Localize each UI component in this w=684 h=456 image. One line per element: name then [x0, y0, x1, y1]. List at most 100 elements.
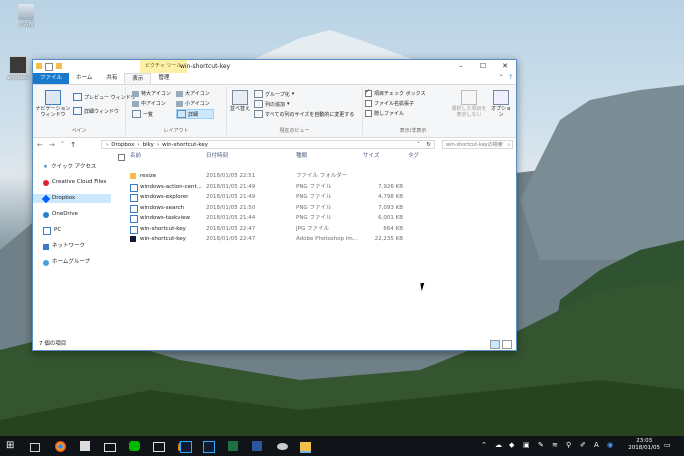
dropbox-tray-icon[interactable]: ◆: [509, 441, 514, 449]
nav-pane-button[interactable]: ナビゲーション ウィンドウ: [35, 90, 71, 118]
column-header-size[interactable]: サイズ: [363, 151, 379, 161]
column-header-name[interactable]: 名前: [130, 151, 141, 161]
layout-details[interactable]: 詳細: [176, 109, 214, 119]
recent-chevron-icon[interactable]: ˅: [61, 141, 65, 149]
nav-item-creative-cloud[interactable]: Creative Cloud Files: [43, 178, 106, 187]
file-row[interactable]: windows-search 2018/01/05 21:50 PNG ファイル…: [118, 203, 513, 213]
group-by-button[interactable]: グループ化 ▾: [254, 90, 294, 98]
item-checkbox-toggle[interactable]: 項目チェック ボックス: [365, 88, 425, 97]
m-icons-icon: [132, 100, 139, 107]
forward-arrow-icon[interactable]: →: [49, 141, 55, 149]
sync-tray-icon[interactable]: ◉: [607, 441, 613, 449]
preview-pane-icon: [73, 93, 82, 101]
tab-file[interactable]: ファイル: [33, 73, 70, 84]
mail-icon[interactable]: [104, 443, 116, 452]
line-app-icon[interactable]: [129, 441, 140, 451]
task-view-icon[interactable]: [30, 443, 40, 452]
ime-tray-icon[interactable]: A: [594, 441, 599, 449]
hidden-files-toggle[interactable]: 隠しファイル: [365, 110, 404, 117]
file-type: PNG ファイル: [296, 184, 332, 190]
new-folder-icon[interactable]: [56, 63, 62, 69]
clock[interactable]: 23:03 2018/01/05: [628, 438, 660, 452]
tray-expand-icon[interactable]: ⌃: [481, 441, 487, 449]
details-pane-button[interactable]: 詳細ウィンドウ: [73, 107, 119, 115]
layout-m-label: 中アイコン: [141, 101, 166, 107]
nav-item-dropbox[interactable]: Dropbox: [33, 194, 111, 203]
large-icons-view-icon[interactable]: [502, 340, 512, 349]
notifications-icon[interactable]: ▭: [664, 441, 671, 449]
tab-view[interactable]: 表示: [124, 73, 152, 84]
details-view-icon[interactable]: [490, 340, 500, 349]
file-row[interactable]: windows-taskview 2018/01/05 21:44 PNG ファ…: [118, 213, 513, 223]
address-dropdown-icon[interactable]: ˅: [417, 141, 420, 150]
file-row[interactable]: win-shortcut-key 2018/01/05 22:47 Adobe …: [118, 234, 513, 244]
back-arrow-icon[interactable]: ←: [37, 141, 43, 149]
breadcrumb-item[interactable]: win-shortcut-key: [162, 141, 208, 148]
sort-button[interactable]: 並べ替え: [229, 90, 251, 112]
up-arrow-icon[interactable]: ↑: [70, 141, 76, 149]
search-placeholder: win-shortcut-keyの検索: [446, 142, 503, 148]
tray-app-icon[interactable]: ▣: [523, 441, 530, 449]
layout-list[interactable]: 一覧: [132, 110, 153, 118]
file-row[interactable]: windows-explorer 2018/01/05 21:49 PNG ファ…: [118, 192, 513, 202]
cloud-tray-icon[interactable]: ☁: [495, 441, 502, 449]
pen-tray-icon[interactable]: ✐: [580, 441, 586, 449]
excel-icon[interactable]: [228, 441, 238, 451]
wifi-tray-icon[interactable]: ≋: [552, 441, 558, 449]
nav-pane-label: ナビゲーション ウィンドウ: [35, 106, 71, 118]
calendar-app-icon[interactable]: [80, 441, 90, 451]
onedrive-app-icon[interactable]: [277, 443, 288, 450]
extensions-toggle[interactable]: ファイル名拡張子: [365, 100, 414, 107]
file-row[interactable]: windows-action-cent... 2018/01/05 21:49 …: [118, 182, 513, 192]
properties-icon[interactable]: [45, 63, 53, 71]
nav-item-homegroup[interactable]: ホームグループ: [43, 258, 90, 267]
image-file-icon: [130, 194, 138, 202]
layout-xl-icons[interactable]: 特大アイコン: [132, 90, 171, 97]
maximize-button[interactable]: ☐: [472, 60, 494, 73]
help-icon[interactable]: ?: [509, 74, 512, 81]
close-button[interactable]: ✕: [494, 60, 516, 73]
column-header-tag[interactable]: タグ: [408, 151, 419, 161]
network-tray-icon[interactable]: ⚲: [566, 441, 571, 449]
photoshop-icon[interactable]: [180, 441, 192, 453]
breadcrumb-item[interactable]: blky: [143, 141, 154, 148]
refresh-icon[interactable]: ↻: [426, 141, 431, 150]
camera-app-icon[interactable]: [153, 442, 165, 452]
minimize-button[interactable]: –: [450, 60, 472, 73]
folder-icon[interactable]: [36, 63, 42, 69]
hide-selected-button[interactable]: 選択した項目を 表示しない: [451, 90, 487, 118]
tab-manage[interactable]: 管理: [151, 73, 177, 84]
checkbox-unchecked: [365, 100, 372, 107]
hide-selected-label: 選択した項目を 表示しない: [451, 106, 487, 118]
add-columns-button[interactable]: 列の追加 ▾: [254, 100, 290, 108]
fit-columns-button[interactable]: すべての列のサイズを自動的に変更する: [254, 110, 354, 118]
evernote-tray-icon[interactable]: ✎: [538, 441, 544, 449]
start-button[interactable]: ⊞: [6, 439, 20, 453]
tab-share[interactable]: 共有: [99, 73, 124, 84]
column-header-date[interactable]: 日付時刻: [206, 151, 228, 161]
desktop-icon-windows[interactable]: windows: [4, 56, 32, 81]
address-bar[interactable]: › Dropbox › blky › win-shortcut-key ˅ ↻: [101, 140, 435, 149]
select-all-checkbox[interactable]: [118, 154, 125, 161]
explorer-taskbar-icon[interactable]: [300, 442, 311, 453]
collapse-ribbon-icon[interactable]: ⌃: [499, 74, 504, 81]
layout-l-icons[interactable]: 大アイコン: [176, 90, 210, 97]
nav-item-pc[interactable]: PC: [43, 226, 61, 235]
file-row[interactable]: win-shortcut-key 2018/01/05 22:47 JPG ファ…: [118, 224, 513, 234]
options-button[interactable]: オプション: [489, 90, 513, 118]
search-box[interactable]: win-shortcut-keyの検索 ⌕: [442, 140, 513, 149]
nav-item-onedrive[interactable]: OneDrive: [43, 210, 78, 219]
lightroom-icon[interactable]: [203, 441, 215, 453]
column-header-type[interactable]: 種類: [296, 151, 307, 161]
explorer-window: ピクチャ ツール win-shortcut-key – ☐ ✕ ファイル ホーム…: [32, 59, 517, 351]
file-row[interactable]: resize 2018/01/05 22:51 ファイル フォルダー: [118, 171, 513, 181]
layout-s-icons[interactable]: 小アイコン: [176, 100, 210, 107]
nav-item-quick-access[interactable]: ★ クイック アクセス: [43, 163, 96, 172]
breadcrumb-item[interactable]: Dropbox: [111, 141, 134, 148]
chrome-icon[interactable]: [55, 441, 66, 452]
word-icon[interactable]: [252, 441, 262, 451]
desktop-icon-recycle-bin[interactable]: ごみ箱: [12, 4, 40, 28]
tab-home[interactable]: ホーム: [69, 73, 99, 84]
nav-item-network[interactable]: ネットワーク: [43, 242, 85, 251]
layout-m-icons[interactable]: 中アイコン: [132, 100, 166, 107]
